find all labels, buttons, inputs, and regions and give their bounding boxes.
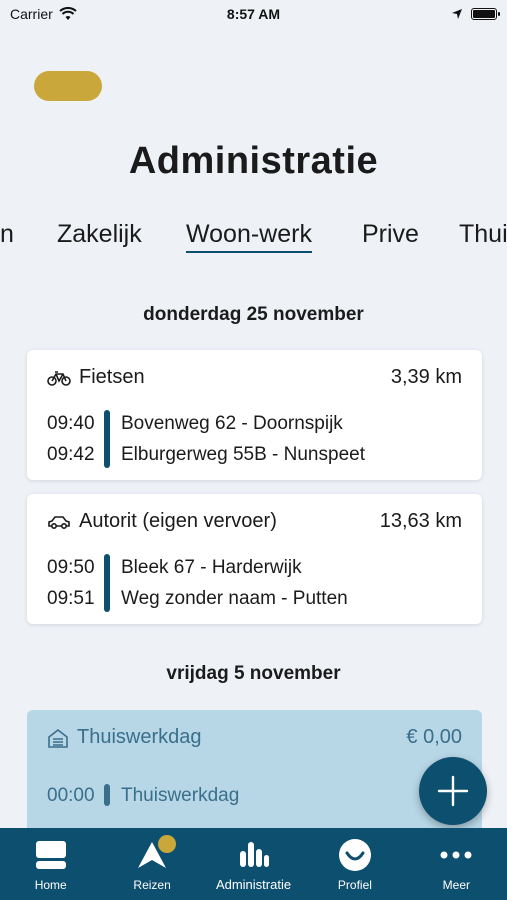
route-line: [104, 410, 110, 468]
home-day-time: 00:00: [47, 784, 95, 806]
carrier-label: Carrier: [10, 6, 53, 22]
route-line: [104, 554, 110, 612]
trip-distance: 3,39 km: [390, 366, 462, 388]
arrive-time: 09:42: [47, 443, 95, 465]
tab-prive[interactable]: Prive: [362, 220, 419, 249]
trip-card[interactable]: Fietsen 3,39 km 09:40 Bovenweg 62 - Doorn…: [27, 350, 482, 480]
depart-address: Bleek 67 - Harderwijk: [121, 556, 302, 578]
plus-icon: [437, 775, 469, 807]
category-tabs: n Zakelijk Woon-werk Prive Thui: [0, 220, 507, 256]
arrive-time: 09:51: [47, 587, 95, 609]
arrive-address: Weg zonder naam - Putten: [121, 587, 348, 609]
nav-reizen[interactable]: Reizen: [101, 828, 202, 900]
tab-thuis[interactable]: Thui: [459, 220, 507, 249]
more-dots-icon: [440, 851, 472, 859]
home-day-row: 00:00 Thuiswerkdag: [47, 780, 462, 811]
date-header: donderdag 25 november: [143, 304, 364, 325]
nav-label: Meer: [442, 878, 470, 892]
tab-zakelijk[interactable]: Zakelijk: [57, 220, 142, 249]
wifi-icon: [59, 7, 77, 20]
location-arrow-icon: [451, 9, 462, 19]
date-header: vrijdag 5 november: [166, 663, 341, 684]
home-icon: [35, 841, 66, 869]
bar-chart-icon: [239, 842, 269, 867]
nav-label: Profiel: [337, 878, 372, 892]
battery-icon: [470, 8, 500, 20]
home-day-amount: € 0,00: [406, 726, 462, 748]
trip-mode: Autorit (eigen vervoer): [79, 510, 277, 532]
house-icon: [48, 728, 68, 748]
page-title: Administratie: [128, 140, 379, 182]
trip-distance: 13,63 km: [379, 510, 462, 532]
depart-time: 09:50: [47, 556, 95, 578]
home-day-desc: Thuiswerkdag: [121, 784, 240, 806]
trip-card[interactable]: Autorit (eigen vervoer) 13,63 km 09:50 Bl…: [27, 494, 482, 624]
nav-profiel[interactable]: Profiel: [304, 828, 405, 900]
clock: 8:57 AM: [226, 6, 281, 22]
tab-partial-left[interactable]: n: [0, 220, 14, 249]
car-icon: [48, 515, 70, 529]
nav-label: Home: [34, 878, 67, 892]
add-button[interactable]: [419, 757, 487, 825]
depart-address: Bovenweg 62 - Doornspijk: [121, 412, 343, 434]
bicycle-icon: [47, 370, 71, 386]
route: 09:40 Bovenweg 62 - Doornspijk 09:42 Elbur…: [47, 408, 462, 470]
home-work-day-card[interactable]: Thuiswerkdag € 0,00 00:00 Thuiswerkdag: [27, 710, 482, 828]
nav-administratie[interactable]: Administratie: [203, 828, 304, 900]
smiley-icon: [338, 839, 371, 871]
route-line: [104, 784, 110, 806]
bottom-navigation: Home Reizen Administratie Profiel Meer: [0, 828, 507, 900]
brand-pill: [34, 71, 102, 101]
arrive-address: Elburgerweg 55B - Nunspeet: [121, 443, 365, 465]
home-day-label: Thuiswerkdag: [77, 726, 202, 748]
status-bar: Carrier 8:57 AM: [0, 0, 507, 28]
depart-time: 09:40: [47, 412, 95, 434]
route: 09:50 Bleek 67 - Harderwijk 09:51 Weg zond…: [47, 552, 462, 614]
nav-meer[interactable]: Meer: [406, 828, 507, 900]
nav-label: Reizen: [133, 878, 171, 892]
notification-badge: [158, 835, 177, 853]
trip-mode: Fietsen: [79, 366, 145, 388]
nav-home[interactable]: Home: [0, 828, 101, 900]
nav-label: Administratie: [215, 877, 292, 892]
tab-woon-werk[interactable]: Woon-werk: [186, 220, 312, 253]
